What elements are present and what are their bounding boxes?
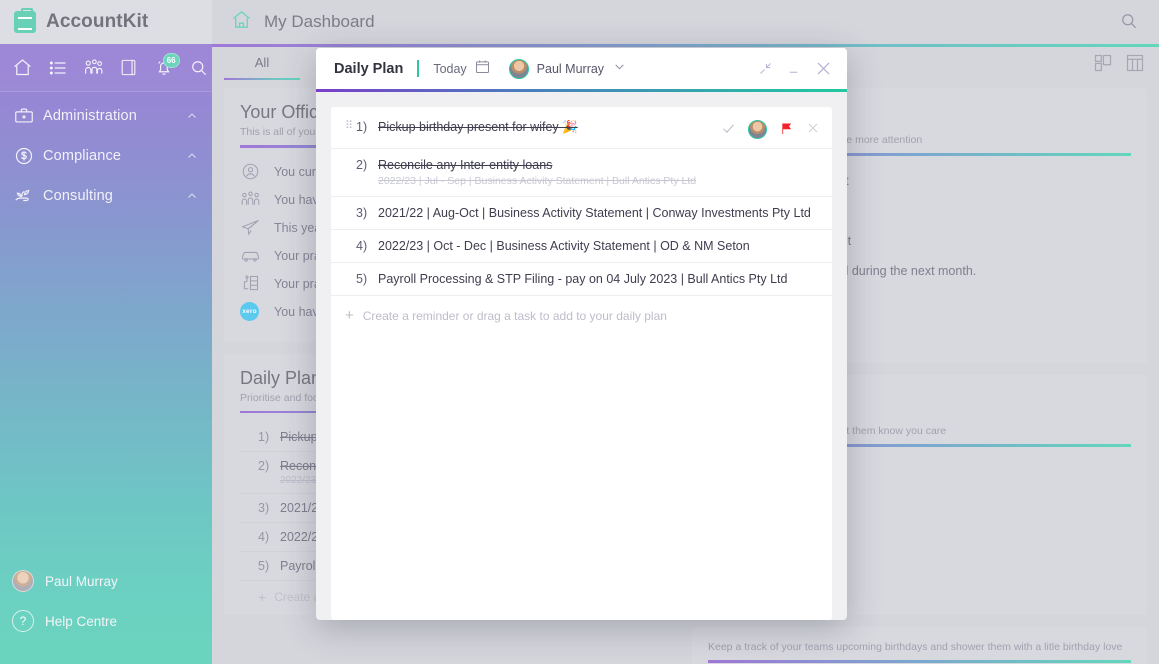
check-icon[interactable]	[721, 121, 736, 139]
calendar-icon[interactable]	[474, 58, 491, 80]
task-number: 4)	[356, 239, 368, 253]
avatar	[508, 58, 529, 79]
task-text: 2021/22 | Aug-Oct | Business Activity St…	[378, 206, 811, 220]
modal-body: ⠿ 1) Pickup birthday present for wifey 🎉	[316, 92, 847, 620]
drag-handle-icon[interactable]: ⠿	[345, 120, 356, 132]
task-actions	[711, 120, 820, 139]
task-number: 3)	[356, 206, 368, 220]
daily-plan-list: ⠿ 1) Pickup birthday present for wifey 🎉	[331, 107, 832, 620]
modal-header: Daily Plan Today Paul Murray	[316, 48, 847, 89]
add-reminder-label: Create a reminder or drag a task to add …	[362, 308, 667, 323]
task-number: 5)	[356, 272, 368, 286]
assignee-avatar[interactable]	[748, 120, 767, 139]
modal-user-label: Paul Murray	[536, 61, 605, 76]
minimize-icon[interactable]	[786, 61, 801, 76]
task-row[interactable]: 2) Reconcile any Inter-entity loans 2022…	[331, 149, 832, 197]
task-text: 2022/23 | Oct - Dec | Business Activity …	[378, 239, 750, 253]
flag-icon[interactable]	[779, 121, 794, 139]
task-number: 1)	[356, 120, 368, 134]
chevron-down-icon[interactable]	[613, 60, 626, 78]
plus-icon: +	[345, 307, 354, 324]
daily-plan-modal: Daily Plan Today Paul Murray ⠿ 1) Pickup…	[316, 48, 847, 620]
collapse-icon[interactable]	[758, 61, 773, 76]
divider	[417, 60, 420, 77]
add-reminder-row[interactable]: + Create a reminder or drag a task to ad…	[331, 296, 832, 335]
task-row[interactable]: 5) Payroll Processing & STP Filing - pay…	[331, 263, 832, 296]
drag-handle-placeholder	[345, 272, 356, 273]
task-text: Pickup birthday present for wifey 🎉	[378, 120, 578, 134]
task-row[interactable]: 3) 2021/22 | Aug-Oct | Business Activity…	[331, 197, 832, 230]
today-label: Today	[433, 61, 467, 76]
task-subtext: 2022/23 | Jul - Sep | Business Activity …	[378, 175, 697, 187]
close-icon[interactable]	[814, 59, 833, 78]
drag-handle-placeholder	[345, 239, 356, 240]
task-row[interactable]: ⠿ 1) Pickup birthday present for wifey 🎉	[331, 111, 832, 149]
drag-handle-placeholder	[345, 206, 356, 207]
remove-icon[interactable]	[806, 121, 820, 138]
modal-title: Daily Plan	[334, 60, 404, 77]
app-root: AccountKit 66 Administration Compliance …	[0, 0, 1159, 664]
drag-handle-placeholder	[345, 158, 356, 159]
task-number: 2)	[356, 158, 368, 172]
task-text: Payroll Processing & STP Filing - pay on…	[378, 272, 788, 286]
task-text: Reconcile any Inter-entity loans	[378, 158, 553, 172]
window-controls	[758, 59, 833, 78]
task-row[interactable]: 4) 2022/23 | Oct - Dec | Business Activi…	[331, 230, 832, 263]
